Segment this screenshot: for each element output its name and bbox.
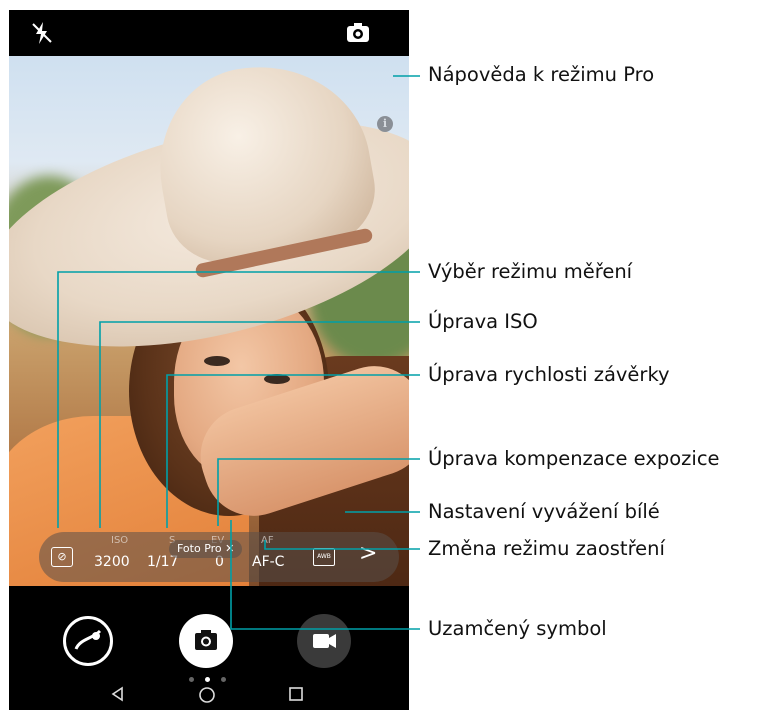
callout-pro-help: Nápověda k režimu Pro	[428, 63, 655, 86]
callout-lock: Uzamčený symbol	[428, 617, 607, 640]
callout-leaders	[57, 75, 420, 630]
callout-metering: Výběr režimu měření	[428, 260, 633, 283]
callout-ev: Úprava kompenzace expozice	[428, 447, 720, 470]
callout-shutter: Úprava rychlosti závěrky	[428, 363, 670, 386]
callout-iso: Úprava ISO	[428, 310, 538, 333]
callout-awb: Nastavení vyvážení bílé	[428, 500, 660, 523]
callout-af: Změna režimu zaostření	[428, 537, 665, 560]
